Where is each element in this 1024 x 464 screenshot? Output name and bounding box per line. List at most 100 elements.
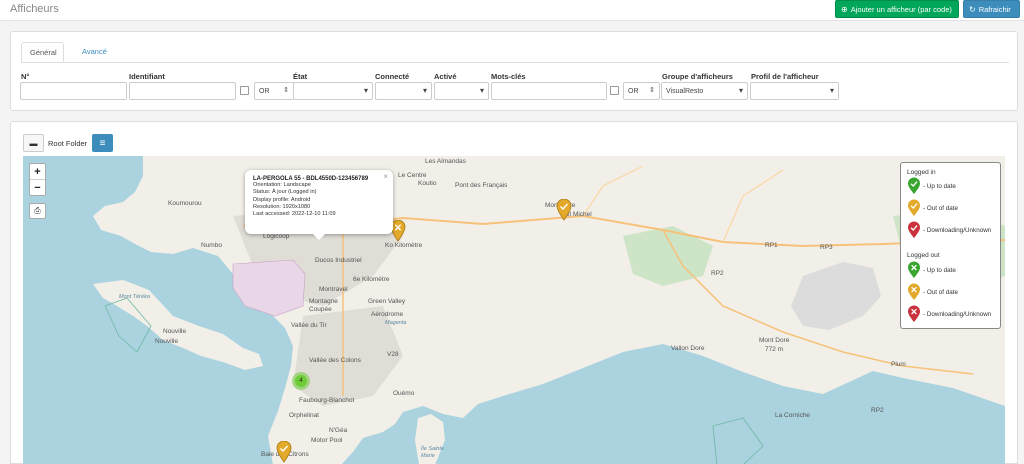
marker-pin-icon — [556, 198, 572, 221]
map-canvas[interactable]: Les Almandas Le Centre Koutio Pont des F… — [23, 156, 1005, 464]
page-title: Afficheurs — [10, 3, 59, 15]
map-label-rp1: RP1 — [765, 242, 778, 249]
popup-close-button[interactable]: × — [383, 172, 388, 181]
map-panel: ▬ Root Folder ≡ Les Almandas Le Centre K… — [10, 121, 1018, 464]
print-button[interactable]: ⎙ — [29, 203, 46, 219]
refresh-button[interactable]: ↻ Rafraichir — [963, 0, 1020, 18]
identifier-operator-select[interactable]: OR — [254, 82, 294, 100]
tab-advanced[interactable]: Avancé — [74, 42, 115, 62]
map-label-ile-sainte-marie: Île Sainte Marie — [421, 446, 444, 459]
legend-out-out-of-date-label: - Out of date — [923, 288, 959, 296]
popup-resolution: Resolution: 1920x1080 — [253, 203, 311, 210]
group-select[interactable]: VisualResto — [661, 82, 748, 100]
map-label-green-valley: Green Valley — [368, 298, 406, 305]
legend-in-up-to-date: - Up to date — [907, 177, 956, 194]
legend-in-up-to-date-label: - Up to date — [923, 182, 956, 190]
legend-out-up-to-date-label: - Up to date — [923, 266, 956, 274]
state-label: État — [293, 72, 308, 81]
map-label-rp3: RP3 — [820, 244, 833, 251]
keywords-operator-select[interactable]: OR — [623, 82, 660, 100]
profile-label: Profil de l'afficheur — [751, 72, 819, 81]
map-label-vallon-dore: Vallon Dore — [671, 345, 705, 352]
legend-in-downloading-label: - Downloading/Unknown — [923, 226, 992, 234]
green-cross-pin-icon — [908, 261, 920, 278]
green-check-pin-icon — [908, 177, 920, 194]
number-input[interactable] — [20, 82, 127, 100]
state-select[interactable] — [293, 82, 373, 100]
map-label-rp2a: RP2 — [711, 270, 724, 277]
map-label-nouville: Nouville — [163, 328, 187, 335]
map-label-mont-dore-peak: Mont Dore — [759, 337, 790, 344]
active-select[interactable] — [434, 82, 489, 100]
identifier-label: Identifiant — [129, 72, 165, 81]
map-label-faubourg: Faubourg-Blanchot — [299, 397, 355, 404]
keywords-label: Mots-clés — [491, 72, 526, 81]
tab-general[interactable]: Général — [21, 42, 64, 62]
map-label-numbo: Numbo — [201, 242, 222, 249]
map-label-magenta: Magenta — [385, 320, 407, 326]
legend-out-up-to-date: - Up to date — [907, 261, 956, 278]
map-label-pont-francais: Pont des Français — [455, 182, 508, 189]
map-label-v28: V28 — [387, 351, 399, 358]
active-label: Activé — [434, 72, 457, 81]
keywords-exact-checkbox[interactable] — [610, 86, 619, 95]
print-icon: ⎙ — [34, 206, 41, 215]
legend-out-downloading: - Downloading/Unknown — [907, 305, 992, 322]
map-label-centre: Le Centre — [398, 172, 427, 179]
popup-profile: Display profile: Android — [253, 196, 311, 203]
map-label-6e-km: 6e Kilomètre — [353, 276, 390, 283]
folder-icon: ▬ — [29, 138, 38, 148]
identifier-operator-value: OR — [259, 87, 270, 95]
number-label: N° — [21, 72, 30, 81]
legend-out-out-of-date: - Out of date — [907, 283, 959, 300]
refresh-icon: ↻ — [969, 4, 976, 14]
map-label-ngea: N'Géa — [329, 427, 348, 434]
marker-logged-in-out-of-date-2[interactable] — [276, 440, 292, 463]
legend-in-out-of-date: - Out of date — [907, 199, 958, 216]
legend-logged-in-title: Logged in — [907, 169, 936, 176]
map-label-la-corniche: La Corniche — [775, 412, 811, 419]
identifier-input[interactable] — [129, 82, 236, 100]
orange-check-pin-icon — [908, 199, 920, 216]
display-popup: × LA-PERGOLA 55 - BDL4550D-123456789 Ori… — [245, 170, 393, 240]
popup-status: Status: À jour (Logged in) — [253, 189, 317, 196]
folder-button[interactable]: ▬ — [23, 134, 44, 152]
map-label-almandas: Les Almandas — [425, 158, 466, 165]
map-label-montagne: Montagne Coupée — [309, 298, 338, 313]
plus-circle-icon: ⊕ — [841, 4, 848, 14]
map-label-orphelinat: Orphelinat — [289, 412, 319, 419]
map-label-ko-metre: Ko Kilomètre — [385, 242, 423, 249]
keywords-operator-value: OR — [628, 87, 639, 95]
keywords-input[interactable] — [491, 82, 607, 100]
legend-out-downloading-label: - Downloading/Unknown — [923, 310, 992, 318]
map-label-mont-dore-alt: 772 m — [765, 346, 784, 353]
map-label-mont-tereka: Mont Téréka — [119, 294, 150, 300]
add-display-button[interactable]: ⊕ Ajouter un afficheur (par code) — [835, 0, 959, 18]
identifier-exact-checkbox[interactable] — [240, 86, 249, 95]
profile-select[interactable] — [750, 82, 839, 100]
map-label-vallee-tir: Vallée du Tir — [291, 322, 327, 329]
map-label-plum: Plum — [891, 361, 906, 368]
list-view-button[interactable]: ≡ — [92, 134, 113, 152]
group-label: Groupe d'afficheurs — [662, 72, 733, 81]
red-check-pin-icon — [908, 221, 920, 238]
map-legend: Logged in - Up to date - Out of date - D… — [900, 162, 1001, 329]
map-label-koutio: Koutio — [418, 180, 437, 187]
map-label-motor-pool: Motor Pool — [311, 437, 343, 444]
marker-cluster[interactable]: 4 — [292, 372, 310, 390]
legend-in-downloading: - Downloading/Unknown — [907, 221, 992, 238]
popup-tip — [313, 234, 325, 240]
connected-label: Connecté — [375, 72, 410, 81]
zoom-control: + − — [29, 163, 46, 196]
refresh-label: Rafraichir — [978, 4, 1011, 14]
zoom-out-button[interactable]: − — [30, 180, 45, 196]
top-bar: Afficheurs ⊕ Ajouter un afficheur (par c… — [0, 0, 1024, 21]
map-label-montravel: Montravel — [319, 286, 348, 293]
tabs-divider — [21, 62, 1009, 63]
map-label-nouville-2: Nouville — [155, 338, 179, 345]
connected-select[interactable] — [375, 82, 432, 100]
zoom-in-button[interactable]: + — [30, 164, 45, 180]
marker-logged-in-out-of-date[interactable] — [556, 198, 572, 221]
list-icon: ≡ — [99, 137, 106, 149]
map-label-aerodrome: Aérodrome — [371, 311, 404, 318]
